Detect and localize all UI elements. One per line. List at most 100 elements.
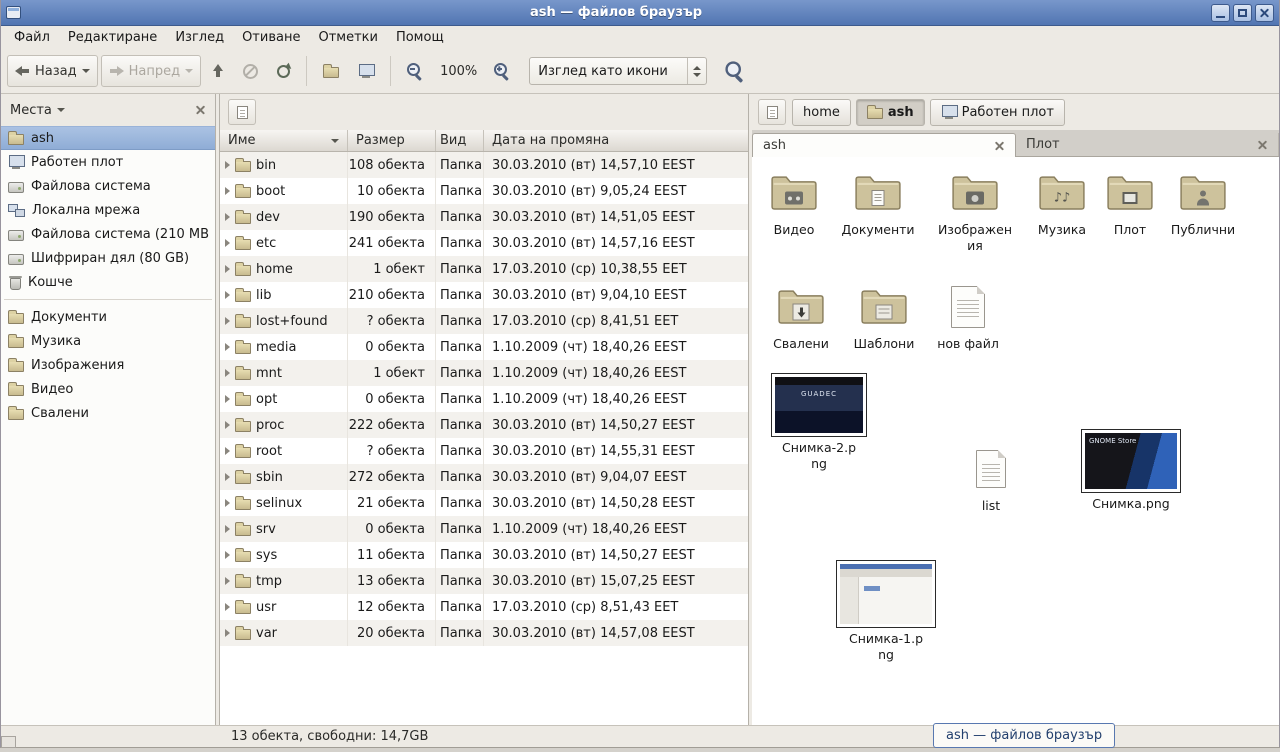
location-button[interactable]	[758, 99, 786, 125]
file-icon[interactable]: Документи	[840, 167, 916, 238]
sidebar-item[interactable]: Шифриран дял (80 GB)	[1, 246, 215, 270]
table-row[interactable]: media 0 обекта Папка 1.10.2009 (чт) 18,4…	[220, 334, 748, 360]
up-button[interactable]	[204, 55, 232, 87]
sidebar-item[interactable]: Файлова система (210 MB)	[1, 222, 215, 246]
expander-icon[interactable]	[225, 603, 230, 611]
column-header-name[interactable]: Име	[220, 130, 348, 151]
sidebar-item[interactable]: ash	[1, 126, 215, 150]
zoom-out-button[interactable]	[399, 55, 431, 87]
zoom-in-button[interactable]	[486, 55, 518, 87]
expander-icon[interactable]	[225, 239, 230, 247]
back-dropdown-icon[interactable]	[82, 69, 90, 73]
expander-icon[interactable]	[225, 551, 230, 559]
table-row[interactable]: usr 12 обекта Папка 17.03.2010 (ср) 8,51…	[220, 594, 748, 620]
expander-icon[interactable]	[225, 265, 230, 273]
file-icon[interactable]: Шаблони	[846, 281, 922, 352]
table-row[interactable]: var 20 обекта Папка 30.03.2010 (вт) 14,5…	[220, 620, 748, 646]
file-icon[interactable]: Свалени	[763, 281, 839, 352]
expander-icon[interactable]	[225, 577, 230, 585]
file-icon[interactable]: GUADEC Снимка-2.png	[767, 373, 871, 471]
home-button[interactable]	[315, 55, 347, 87]
expander-icon[interactable]	[225, 525, 230, 533]
table-row[interactable]: home 1 обект Папка 17.03.2010 (ср) 10,38…	[220, 256, 748, 282]
forward-button[interactable]: Напред	[101, 55, 201, 87]
sidebar-item[interactable]: Кошче	[1, 270, 215, 294]
expander-icon[interactable]	[225, 395, 230, 403]
view-mode-spinner[interactable]	[687, 58, 706, 84]
expander-icon[interactable]	[225, 291, 230, 299]
sidebar-item[interactable]: Видео	[1, 377, 215, 401]
table-row[interactable]: sys 11 обекта Папка 30.03.2010 (вт) 14,5…	[220, 542, 748, 568]
computer-button[interactable]	[350, 55, 382, 87]
table-row[interactable]: etc 241 обекта Папка 30.03.2010 (вт) 14,…	[220, 230, 748, 256]
path-crumb-button[interactable]: ash	[856, 99, 925, 126]
expander-icon[interactable]	[225, 421, 230, 429]
tab-close-icon[interactable]	[994, 140, 1005, 151]
file-icon[interactable]: list	[953, 443, 1029, 514]
sidebar-close-icon[interactable]	[195, 105, 206, 116]
close-button[interactable]	[1255, 4, 1274, 22]
menu-item[interactable]: Файл	[5, 27, 59, 48]
table-row[interactable]: proc 222 обекта Папка 30.03.2010 (вт) 14…	[220, 412, 748, 438]
table-row[interactable]: lib 210 обекта Папка 30.03.2010 (вт) 9,0…	[220, 282, 748, 308]
expander-icon[interactable]	[225, 161, 230, 169]
expander-icon[interactable]	[225, 213, 230, 221]
tab[interactable]: Плот	[1016, 133, 1279, 156]
forward-dropdown-icon[interactable]	[185, 69, 193, 73]
table-row[interactable]: bin 108 обекта Папка 30.03.2010 (вт) 14,…	[220, 152, 748, 178]
file-icon[interactable]: Публични	[1165, 167, 1241, 238]
file-icon[interactable]: GNOME Store Снимка.png	[1076, 429, 1186, 512]
stop-button[interactable]	[235, 55, 266, 87]
table-row[interactable]: selinux 21 обекта Папка 30.03.2010 (вт) …	[220, 490, 748, 516]
table-row[interactable]: boot 10 обекта Папка 30.03.2010 (вт) 9,0…	[220, 178, 748, 204]
table-row[interactable]: opt 0 обекта Папка 1.10.2009 (чт) 18,40,…	[220, 386, 748, 412]
sidebar-item[interactable]: Свалени	[1, 401, 215, 425]
sidebar-item[interactable]: Файлова система	[1, 174, 215, 198]
column-header-date[interactable]: Дата на промяна	[484, 130, 748, 151]
sidebar-item[interactable]: Локална мрежа	[1, 198, 215, 222]
icon-view[interactable]: Видео	[752, 157, 1279, 725]
table-row[interactable]: lost+found ? обекта Папка 17.03.2010 (ср…	[220, 308, 748, 334]
sidebar-item[interactable]: Музика	[1, 329, 215, 353]
expander-icon[interactable]	[225, 629, 230, 637]
file-icon[interactable]: Плот	[1092, 167, 1168, 238]
tab[interactable]: ash	[752, 133, 1016, 157]
view-mode-select[interactable]: Изглед като икони	[529, 57, 707, 85]
expander-icon[interactable]	[225, 447, 230, 455]
menu-item[interactable]: Помощ	[387, 27, 453, 48]
tab-close-icon[interactable]	[1257, 139, 1268, 150]
reload-button[interactable]	[269, 55, 298, 87]
column-header-kind[interactable]: Вид	[436, 130, 484, 151]
table-row[interactable]: srv 0 обекта Папка 1.10.2009 (чт) 18,40,…	[220, 516, 748, 542]
expander-icon[interactable]	[225, 499, 230, 507]
path-crumb-button[interactable]: home	[792, 99, 851, 126]
column-header-size[interactable]: Размер	[348, 130, 436, 151]
table-row[interactable]: sbin 272 обекта Папка 30.03.2010 (вт) 9,…	[220, 464, 748, 490]
sidebar-item[interactable]: Документи	[1, 305, 215, 329]
expander-icon[interactable]	[225, 369, 230, 377]
minimize-button[interactable]	[1211, 4, 1230, 22]
file-icon[interactable]: Снимка-1.png	[831, 560, 941, 662]
file-icon[interactable]: Изображения	[935, 167, 1015, 253]
file-icon[interactable]: Музика	[1024, 167, 1100, 238]
menu-item[interactable]: Отиване	[233, 27, 309, 48]
path-crumb-button[interactable]: Работен плот	[930, 99, 1065, 126]
menu-item[interactable]: Редактиране	[59, 27, 166, 48]
search-button[interactable]	[719, 55, 751, 87]
file-icon[interactable]: Видео	[756, 167, 832, 238]
taskbar-window-button[interactable]: ash — файлов браузър	[933, 723, 1115, 748]
file-icon[interactable]: нов файл	[930, 281, 1006, 352]
sidebar-item[interactable]: Изображения	[1, 353, 215, 377]
table-row[interactable]: tmp 13 обекта Папка 30.03.2010 (вт) 15,0…	[220, 568, 748, 594]
menu-item[interactable]: Отметки	[309, 27, 386, 48]
table-row[interactable]: dev 190 обекта Папка 30.03.2010 (вт) 14,…	[220, 204, 748, 230]
sidebar-item[interactable]: Работен плот	[1, 150, 215, 174]
expander-icon[interactable]	[225, 343, 230, 351]
menu-item[interactable]: Изглед	[166, 27, 233, 48]
table-row[interactable]: mnt 1 обект Папка 1.10.2009 (чт) 18,40,2…	[220, 360, 748, 386]
maximize-button[interactable]	[1233, 4, 1252, 22]
back-button[interactable]: Назад	[7, 55, 98, 87]
titlebar[interactable]: ash — файлов браузър	[1, 0, 1279, 26]
expander-icon[interactable]	[225, 187, 230, 195]
table-row[interactable]: root ? обекта Папка 30.03.2010 (вт) 14,5…	[220, 438, 748, 464]
